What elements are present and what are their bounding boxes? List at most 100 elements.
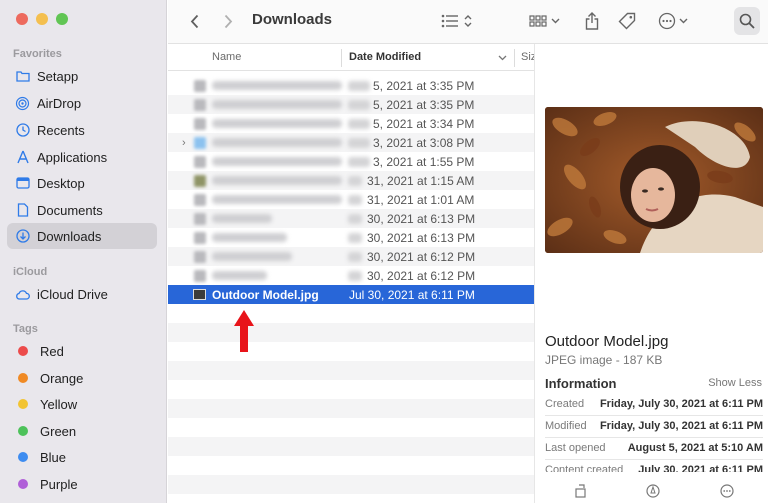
- file-date: Jul 30, 2021 at 6:11 PM: [349, 287, 475, 302]
- empty-row: [168, 456, 534, 475]
- file-date: 5, 2021 at 3:35 PM: [373, 78, 475, 93]
- file-name: [212, 195, 342, 204]
- window-controls: [16, 13, 68, 25]
- info-row-modified: Modified Friday, July 30, 2021 at 6:11 P…: [545, 416, 763, 438]
- toolbar: Downloads: [168, 0, 768, 44]
- search-icon: [739, 13, 755, 29]
- file-icon: [194, 212, 206, 225]
- sidebar-tag-red[interactable]: Red: [7, 338, 157, 364]
- file-icon: [194, 79, 206, 92]
- view-options-button[interactable]: [440, 10, 476, 32]
- search-button[interactable]: [734, 7, 760, 35]
- file-icon: [194, 269, 206, 282]
- sidebar-item-icloud-drive[interactable]: iCloud Drive: [7, 281, 157, 307]
- markup-button[interactable]: [645, 484, 661, 500]
- sidebar-item-recents[interactable]: Recents: [7, 117, 157, 143]
- list-item[interactable]: 31, 2021 at 1:15 AM: [168, 171, 534, 190]
- more-button[interactable]: [719, 484, 735, 500]
- sidebar-item-documents[interactable]: Documents: [7, 197, 157, 223]
- tag-label: Red: [40, 343, 64, 359]
- tag-icon: [618, 12, 636, 30]
- share-button[interactable]: [582, 10, 602, 32]
- cloud-icon: [15, 287, 30, 302]
- minimize-window-button[interactable]: [36, 13, 48, 25]
- list-item[interactable]: 30, 2021 at 6:12 PM: [168, 247, 534, 266]
- list-item[interactable]: › 3, 2021 at 3:08 PM: [168, 133, 534, 152]
- empty-row: [168, 342, 534, 361]
- document-icon: [15, 203, 30, 218]
- sidebar-tag-orange[interactable]: Orange: [7, 365, 157, 391]
- ellipsis-circle-icon: [720, 484, 734, 498]
- empty-row: [168, 399, 534, 418]
- list-item[interactable]: 5, 2021 at 3:34 PM: [168, 114, 534, 133]
- column-size[interactable]: Siz: [521, 51, 534, 63]
- applications-icon: [15, 150, 30, 165]
- file-date: 3, 2021 at 3:08 PM: [373, 135, 475, 150]
- rotate-button[interactable]: [573, 484, 589, 500]
- file-icon: [194, 174, 206, 187]
- tag-dot-icon: [18, 479, 28, 489]
- empty-row: [168, 475, 534, 494]
- list-item[interactable]: 30, 2021 at 6:13 PM: [168, 209, 534, 228]
- tag-label: Blue: [40, 449, 67, 465]
- sidebar-item-setapp[interactable]: Setapp: [7, 63, 157, 89]
- red-arrow-annotation: [234, 310, 254, 352]
- sidebar-item-applications[interactable]: Applications: [7, 144, 157, 170]
- forward-button[interactable]: [220, 10, 236, 32]
- desktop-icon: [15, 176, 30, 191]
- list-item[interactable]: 5, 2021 at 3:35 PM: [168, 76, 534, 95]
- sidebar-tag-yellow[interactable]: Yellow: [7, 391, 157, 417]
- sidebar-item-label: Downloads: [37, 228, 102, 244]
- list-item[interactable]: 31, 2021 at 1:01 AM: [168, 190, 534, 209]
- list-item[interactable]: 30, 2021 at 6:12 PM: [168, 266, 534, 285]
- sidebar-tag-green[interactable]: Green: [7, 418, 157, 444]
- sidebar-item-label: Desktop: [37, 175, 85, 191]
- tag-button[interactable]: [617, 10, 637, 32]
- tag-label: Yellow: [40, 396, 78, 412]
- close-window-button[interactable]: [16, 13, 28, 25]
- file-date: 5, 2021 at 3:35 PM: [373, 97, 475, 112]
- column-name[interactable]: Name: [212, 51, 241, 63]
- sidebar-item-desktop[interactable]: Desktop: [7, 170, 157, 196]
- file-name: Outdoor Model.jpg: [212, 287, 319, 302]
- sidebar-tag-blue[interactable]: Blue: [7, 444, 157, 470]
- sidebar-item-downloads[interactable]: Downloads: [7, 223, 157, 249]
- file-icon: [194, 193, 206, 206]
- column-divider[interactable]: [341, 49, 342, 67]
- empty-row: [168, 304, 534, 323]
- list-item[interactable]: 5, 2021 at 3:35 PM: [168, 95, 534, 114]
- tag-label: Orange: [40, 370, 84, 386]
- sidebar-tag-purple[interactable]: Purple: [7, 471, 157, 497]
- empty-row: [168, 361, 534, 380]
- window-title: Downloads: [252, 11, 333, 28]
- back-button[interactable]: [186, 10, 202, 32]
- disclosure-triangle-icon[interactable]: ›: [182, 137, 186, 149]
- image-preview: [545, 107, 763, 253]
- file-name: [212, 176, 342, 185]
- selected-file-row[interactable]: Outdoor Model.jpg Jul 30, 2021 at 6:11 P…: [168, 285, 534, 304]
- file-name: [212, 252, 292, 261]
- list-item[interactable]: 30, 2021 at 6:13 PM: [168, 228, 534, 247]
- file-date: 30, 2021 at 6:13 PM: [367, 211, 476, 226]
- file-list[interactable]: Name Date Modified Siz 5, 2021 at 3:35 P…: [168, 44, 534, 503]
- chevron-down-icon: [498, 55, 507, 61]
- preview-file-name: Outdoor Model.jpg: [545, 333, 669, 350]
- folder-icon: [15, 69, 30, 84]
- column-divider[interactable]: [514, 49, 515, 67]
- group-button[interactable]: [528, 10, 562, 32]
- more-actions-button[interactable]: [657, 10, 691, 32]
- list-item[interactable]: 3, 2021 at 1:55 PM: [168, 152, 534, 171]
- sidebar-item-airdrop[interactable]: AirDrop: [7, 90, 157, 116]
- image-file-icon: [193, 289, 206, 300]
- show-less-button[interactable]: Show Less: [708, 377, 762, 389]
- file-icon: [194, 231, 206, 244]
- tags-section-label: Tags: [13, 323, 38, 335]
- tag-dot-icon: [18, 346, 28, 356]
- rotate-icon: [575, 484, 586, 498]
- file-icon: [194, 155, 206, 168]
- download-icon: [15, 229, 30, 244]
- folder-icon: [194, 136, 206, 149]
- zoom-window-button[interactable]: [56, 13, 68, 25]
- column-date-modified[interactable]: Date Modified: [349, 51, 421, 63]
- preview-pane: Outdoor Model.jpg JPEG image - 187 KB In…: [534, 44, 768, 503]
